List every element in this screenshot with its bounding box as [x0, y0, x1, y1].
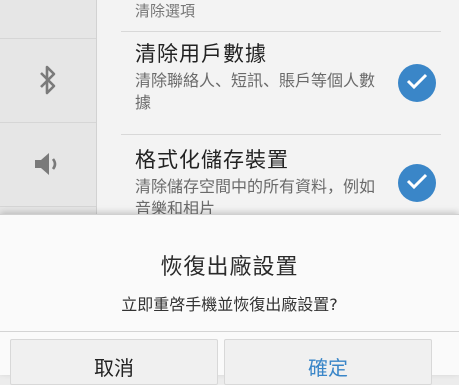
bluetooth-icon	[38, 64, 58, 96]
checkmark-icon	[406, 172, 428, 194]
option-title: 清除用戶數據	[135, 42, 267, 66]
rail-item-sound[interactable]	[0, 122, 96, 207]
factory-reset-dialog: 恢復出廠設置 立即重啓手機並恢復出廠設置? 取消 確定	[0, 214, 459, 385]
volume-icon	[32, 150, 64, 178]
divider	[121, 31, 441, 32]
option-clear-user-data-checkbox[interactable]	[398, 64, 436, 102]
dialog-message: 立即重啓手機並恢復出廠設置?	[121, 295, 338, 314]
section-header: 清除選項	[135, 2, 196, 20]
divider	[121, 134, 441, 135]
divider	[0, 331, 459, 332]
option-format-storage[interactable]: 格式化儲存裝置 清除儲存空間中的所有資料，例如音樂和相片	[135, 146, 441, 220]
option-description: 清除聯絡人、短訊、賬戶等個人數據	[135, 71, 376, 112]
option-format-storage-checkbox[interactable]	[398, 164, 436, 202]
confirm-button[interactable]: 確定	[224, 339, 432, 385]
checkmark-icon	[406, 72, 428, 94]
option-title: 格式化儲存裝置	[135, 148, 289, 172]
rail-item-top[interactable]	[0, 0, 96, 39]
cancel-button[interactable]: 取消	[10, 339, 218, 385]
rail-item-bluetooth[interactable]	[0, 38, 96, 123]
dialog-title: 恢復出廠設置	[160, 255, 299, 280]
option-clear-user-data[interactable]: 清除用戶數據 清除聯絡人、短訊、賬戶等個人數據	[135, 40, 441, 114]
